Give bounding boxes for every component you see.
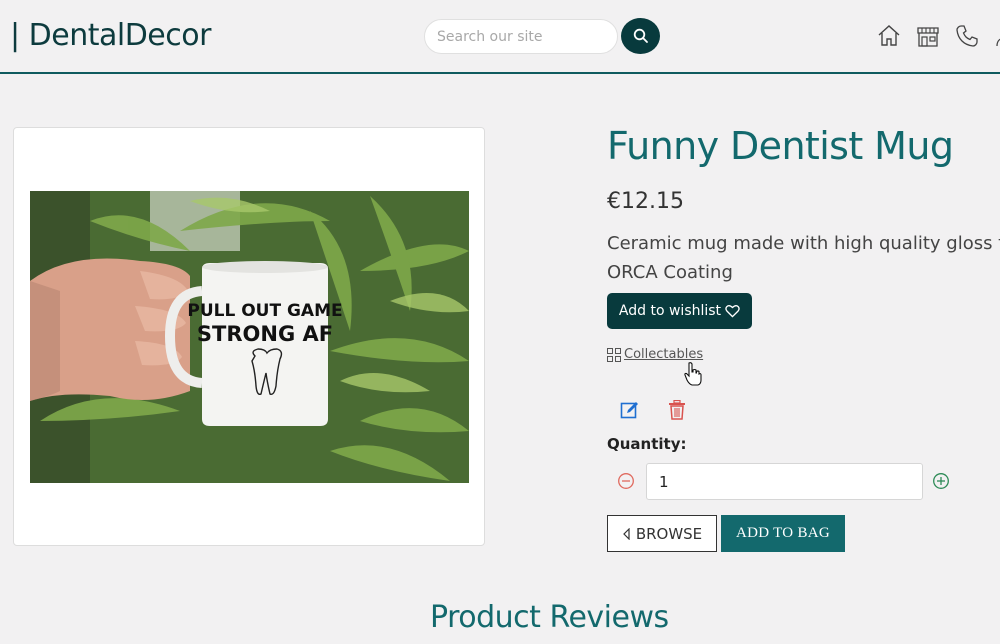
brand-logo[interactable]: | DentalDecor bbox=[10, 18, 211, 53]
collectables-link-row[interactable]: Collectables bbox=[607, 347, 703, 362]
home-icon[interactable] bbox=[877, 24, 901, 48]
site-header: | DentalDecor bbox=[0, 0, 1000, 74]
edit-icon[interactable] bbox=[620, 400, 640, 420]
heart-icon bbox=[725, 305, 740, 318]
product-price: €12.15 bbox=[607, 189, 684, 214]
phone-icon[interactable] bbox=[955, 24, 979, 48]
trash-icon[interactable] bbox=[668, 400, 686, 420]
search-input[interactable] bbox=[425, 20, 617, 53]
search-icon bbox=[633, 28, 648, 43]
hand-cursor-icon bbox=[684, 362, 702, 386]
add-to-wishlist-button[interactable]: Add to wishlist bbox=[607, 293, 752, 329]
product-photo[interactable]: PULL OUT GAME STRONG AF bbox=[30, 191, 469, 483]
store-icon[interactable] bbox=[916, 24, 940, 48]
quantity-input[interactable] bbox=[646, 463, 923, 500]
add-to-bag-label: ADD TO BAG bbox=[735, 525, 831, 541]
decrement-quantity-button[interactable] bbox=[617, 472, 635, 490]
quantity-label: Quantity: bbox=[607, 435, 687, 453]
user-icon[interactable] bbox=[993, 24, 1000, 48]
product-reviews-heading: Product Reviews bbox=[430, 600, 669, 635]
product-description-line1: Ceramic mug made with high quality gloss… bbox=[607, 233, 1000, 254]
browse-label: BROWSE bbox=[635, 524, 703, 543]
wishlist-label: Add to wishlist bbox=[618, 303, 722, 319]
product-description-line2: ORCA Coating bbox=[607, 262, 733, 283]
mug-text-line1: PULL OUT GAME bbox=[187, 301, 342, 321]
chevron-left-icon bbox=[622, 527, 630, 540]
browse-button[interactable]: BROWSE bbox=[607, 515, 717, 552]
collectables-link[interactable]: Collectables bbox=[624, 347, 703, 362]
product-image-card: PULL OUT GAME STRONG AF bbox=[13, 127, 485, 546]
mug-photo-illustration: PULL OUT GAME STRONG AF bbox=[30, 191, 469, 483]
product-description: Ceramic mug made with high quality gloss… bbox=[607, 229, 1000, 287]
product-title: Funny Dentist Mug bbox=[607, 124, 954, 168]
add-to-bag-button[interactable]: ADD TO BAG bbox=[721, 515, 845, 552]
mug-text-line2: STRONG AF bbox=[197, 322, 333, 346]
grid-icon bbox=[607, 347, 621, 362]
search-box[interactable] bbox=[424, 19, 618, 54]
search-button[interactable] bbox=[621, 18, 660, 54]
increment-quantity-button[interactable] bbox=[932, 472, 950, 490]
